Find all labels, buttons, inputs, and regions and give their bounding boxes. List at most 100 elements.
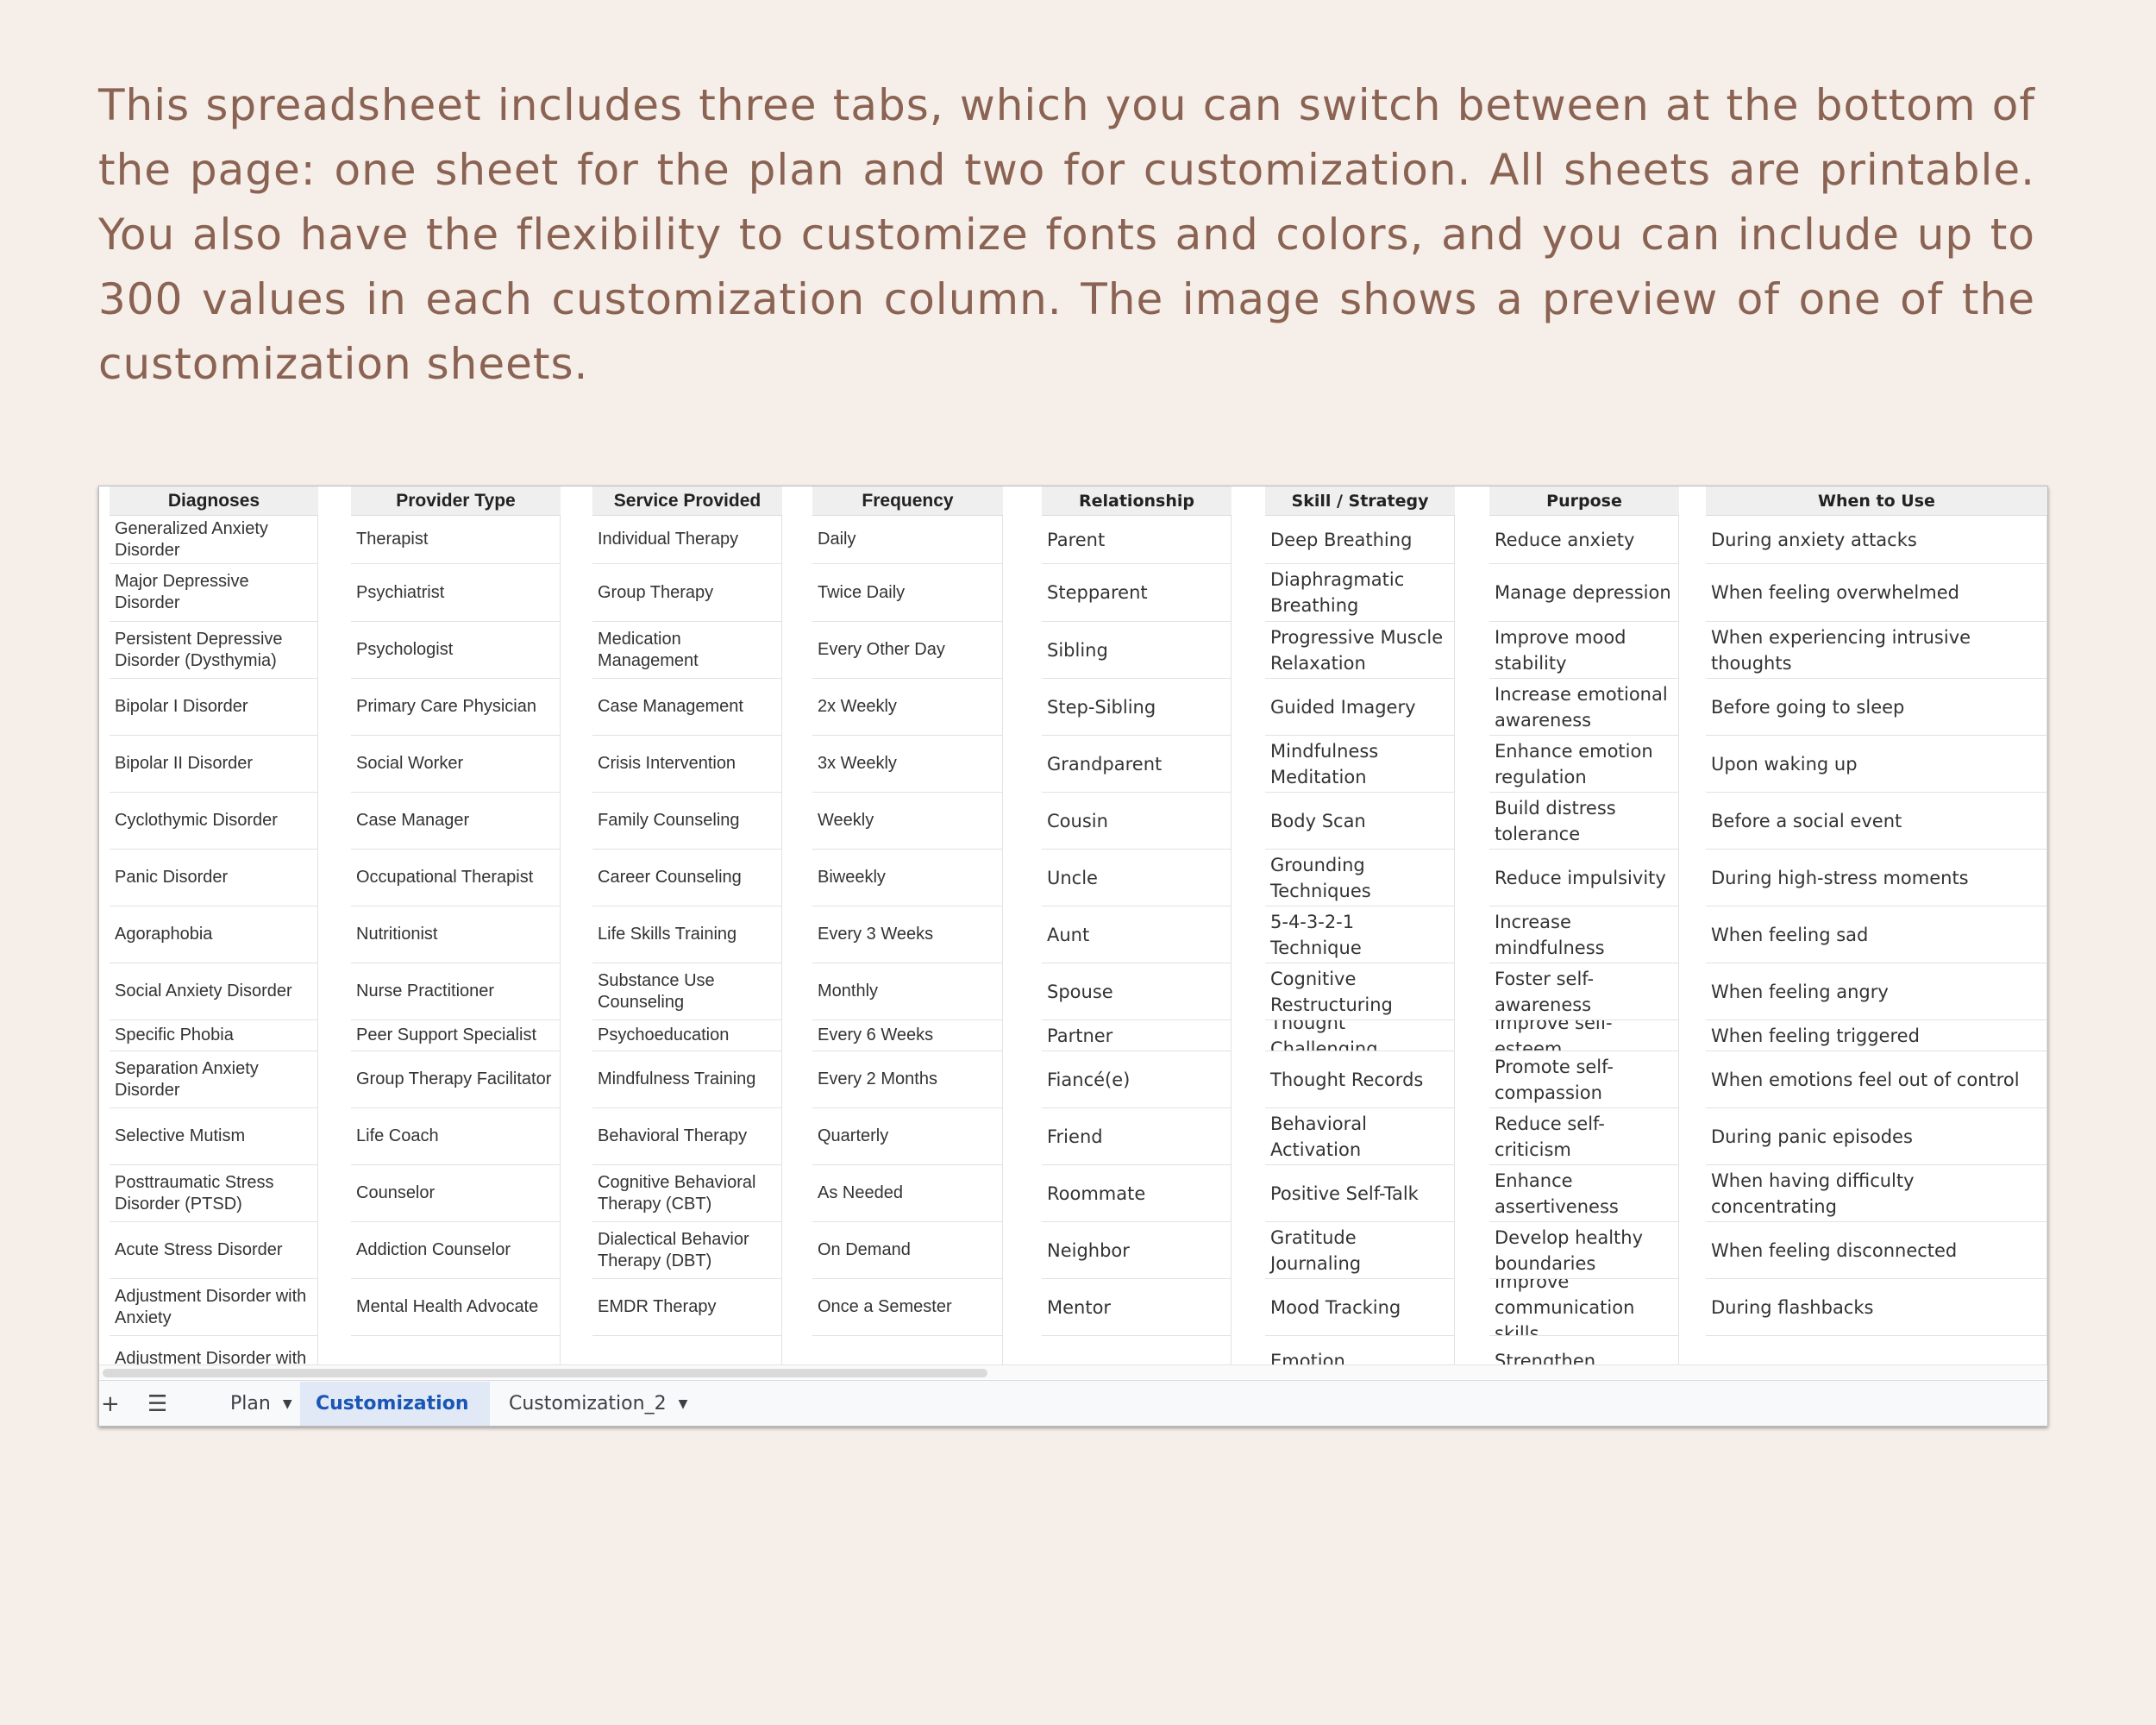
table-cell[interactable]: Mood Tracking (1265, 1279, 1455, 1336)
table-cell[interactable]: Group Therapy Facilitator (351, 1051, 561, 1108)
column-header[interactable]: Diagnoses (110, 486, 318, 516)
table-cell[interactable]: Cyclothymic Disorder (110, 793, 318, 850)
table-cell[interactable]: When feeling triggered (1706, 1020, 2047, 1051)
table-cell[interactable]: Reduce anxiety (1489, 516, 1679, 564)
table-cell[interactable]: Thought Challenging (1265, 1020, 1455, 1051)
column-header[interactable]: Skill / Strategy (1265, 486, 1455, 516)
table-cell[interactable]: Career Counseling (592, 850, 782, 906)
table-cell[interactable]: Every 2 Months (812, 1051, 1003, 1108)
table-cell[interactable]: Family Counseling (592, 793, 782, 850)
table-cell[interactable]: When emotions feel out of control (1706, 1051, 2047, 1108)
table-cell[interactable]: Life Coach (351, 1108, 561, 1165)
table-cell[interactable]: During anxiety attacks (1706, 516, 2047, 564)
table-cell[interactable]: Weekly (812, 793, 1003, 850)
table-cell[interactable]: Progressive Muscle Relaxation (1265, 622, 1455, 679)
table-cell[interactable]: When having difficulty concentrating (1706, 1165, 2047, 1222)
table-cell[interactable] (592, 1336, 782, 1364)
column-header[interactable]: Frequency (812, 486, 1003, 516)
table-cell[interactable]: Mental Health Advocate (351, 1279, 561, 1336)
table-cell[interactable]: Group Therapy (592, 564, 782, 622)
table-cell[interactable]: Aunt (1042, 906, 1232, 963)
table-cell[interactable]: Psychiatrist (351, 564, 561, 622)
table-cell[interactable]: Behavioral Therapy (592, 1108, 782, 1165)
table-cell[interactable]: Stepparent (1042, 564, 1232, 622)
table-cell[interactable]: Adjustment Disorder with (110, 1336, 318, 1364)
table-cell[interactable]: Specific Phobia (110, 1020, 318, 1051)
table-cell[interactable]: Cognitive Behavioral Therapy (CBT) (592, 1165, 782, 1222)
plus-icon[interactable]: + (101, 1389, 120, 1419)
table-cell[interactable]: 3x Weekly (812, 736, 1003, 793)
column-header[interactable]: Provider Type (351, 486, 561, 516)
table-cell[interactable]: Twice Daily (812, 564, 1003, 622)
table-cell[interactable]: Promote self-compassion (1489, 1051, 1679, 1108)
table-cell[interactable]: Posttraumatic Stress Disorder (PTSD) (110, 1165, 318, 1222)
table-cell[interactable]: Before going to sleep (1706, 679, 2047, 736)
table-cell[interactable]: Upon waking up (1706, 736, 2047, 793)
table-cell[interactable]: Grounding Techniques (1265, 850, 1455, 906)
table-cell[interactable]: 5-4-3-2-1 Technique (1265, 906, 1455, 963)
table-cell[interactable] (351, 1336, 561, 1364)
hamburger-icon[interactable]: ☰ (147, 1389, 167, 1419)
table-cell[interactable]: EMDR Therapy (592, 1279, 782, 1336)
table-cell[interactable]: Thought Records (1265, 1051, 1455, 1108)
table-cell[interactable]: Psychoeducation (592, 1020, 782, 1051)
table-cell[interactable]: Sibling (1042, 622, 1232, 679)
table-cell[interactable]: Mentor (1042, 1279, 1232, 1336)
table-cell[interactable]: Nutritionist (351, 906, 561, 963)
table-cell[interactable]: Daily (812, 516, 1003, 564)
table-cell[interactable]: Before a social event (1706, 793, 2047, 850)
table-cell[interactable]: During flashbacks (1706, 1279, 2047, 1336)
table-cell[interactable]: Every Other Day (812, 622, 1003, 679)
column-header[interactable]: Purpose (1489, 486, 1679, 516)
table-cell[interactable] (1706, 1336, 2047, 1364)
table-cell[interactable]: Grandparent (1042, 736, 1232, 793)
table-cell[interactable]: Counselor (351, 1165, 561, 1222)
table-cell[interactable]: Increase mindfulness (1489, 906, 1679, 963)
table-cell[interactable]: Reduce impulsivity (1489, 850, 1679, 906)
table-cell[interactable]: Neighbor (1042, 1222, 1232, 1279)
table-cell[interactable]: Enhance assertiveness (1489, 1165, 1679, 1222)
table-cell[interactable]: Crisis Intervention (592, 736, 782, 793)
table-cell[interactable]: Foster self-awareness (1489, 963, 1679, 1020)
table-cell[interactable]: Dialectical Behavior Therapy (DBT) (592, 1222, 782, 1279)
table-cell[interactable]: During high-stress moments (1706, 850, 2047, 906)
table-cell[interactable]: Spouse (1042, 963, 1232, 1020)
table-cell[interactable]: Increase emotional awareness (1489, 679, 1679, 736)
table-cell[interactable]: Build distress tolerance (1489, 793, 1679, 850)
table-cell[interactable]: Improve communication skills (1489, 1279, 1679, 1336)
table-cell[interactable]: Deep Breathing (1265, 516, 1455, 564)
table-cell[interactable]: Behavioral Activation (1265, 1108, 1455, 1165)
table-cell[interactable]: Emotion (1265, 1336, 1455, 1364)
column-header[interactable]: Relationship (1042, 486, 1232, 516)
table-cell[interactable]: Roommate (1042, 1165, 1232, 1222)
table-cell[interactable]: 2x Weekly (812, 679, 1003, 736)
table-cell[interactable]: When feeling disconnected (1706, 1222, 2047, 1279)
table-cell[interactable]: Reduce self-criticism (1489, 1108, 1679, 1165)
table-cell[interactable]: Quarterly (812, 1108, 1003, 1165)
table-cell[interactable]: On Demand (812, 1222, 1003, 1279)
table-cell[interactable]: Every 6 Weeks (812, 1020, 1003, 1051)
table-cell[interactable]: Adjustment Disorder with Anxiety (110, 1279, 318, 1336)
table-cell[interactable]: Persistent Depressive Disorder (Dysthymi… (110, 622, 318, 679)
table-cell[interactable]: When feeling sad (1706, 906, 2047, 963)
table-cell[interactable]: Improve self-esteem (1489, 1020, 1679, 1051)
table-cell[interactable]: Once a Semester (812, 1279, 1003, 1336)
table-cell[interactable]: Addiction Counselor (351, 1222, 561, 1279)
column-header[interactable]: Service Provided (592, 486, 782, 516)
table-cell[interactable]: Mindfulness Meditation (1265, 736, 1455, 793)
table-cell[interactable]: Partner (1042, 1020, 1232, 1051)
table-cell[interactable]: Gratitude Journaling (1265, 1222, 1455, 1279)
table-cell[interactable]: Generalized Anxiety Disorder (110, 516, 318, 564)
table-cell[interactable]: Social Worker (351, 736, 561, 793)
horizontal-scrollbar[interactable] (99, 1364, 2047, 1379)
scrollbar-thumb[interactable] (103, 1369, 987, 1377)
table-cell[interactable]: Peer Support Specialist (351, 1020, 561, 1051)
table-cell[interactable]: Social Anxiety Disorder (110, 963, 318, 1020)
table-cell[interactable]: Case Management (592, 679, 782, 736)
table-cell[interactable]: Therapist (351, 516, 561, 564)
table-cell[interactable]: During panic episodes (1706, 1108, 2047, 1165)
table-cell[interactable]: Substance Use Counseling (592, 963, 782, 1020)
table-cell[interactable]: Cousin (1042, 793, 1232, 850)
column-header[interactable]: When to Use (1706, 486, 2047, 516)
table-cell[interactable]: Biweekly (812, 850, 1003, 906)
